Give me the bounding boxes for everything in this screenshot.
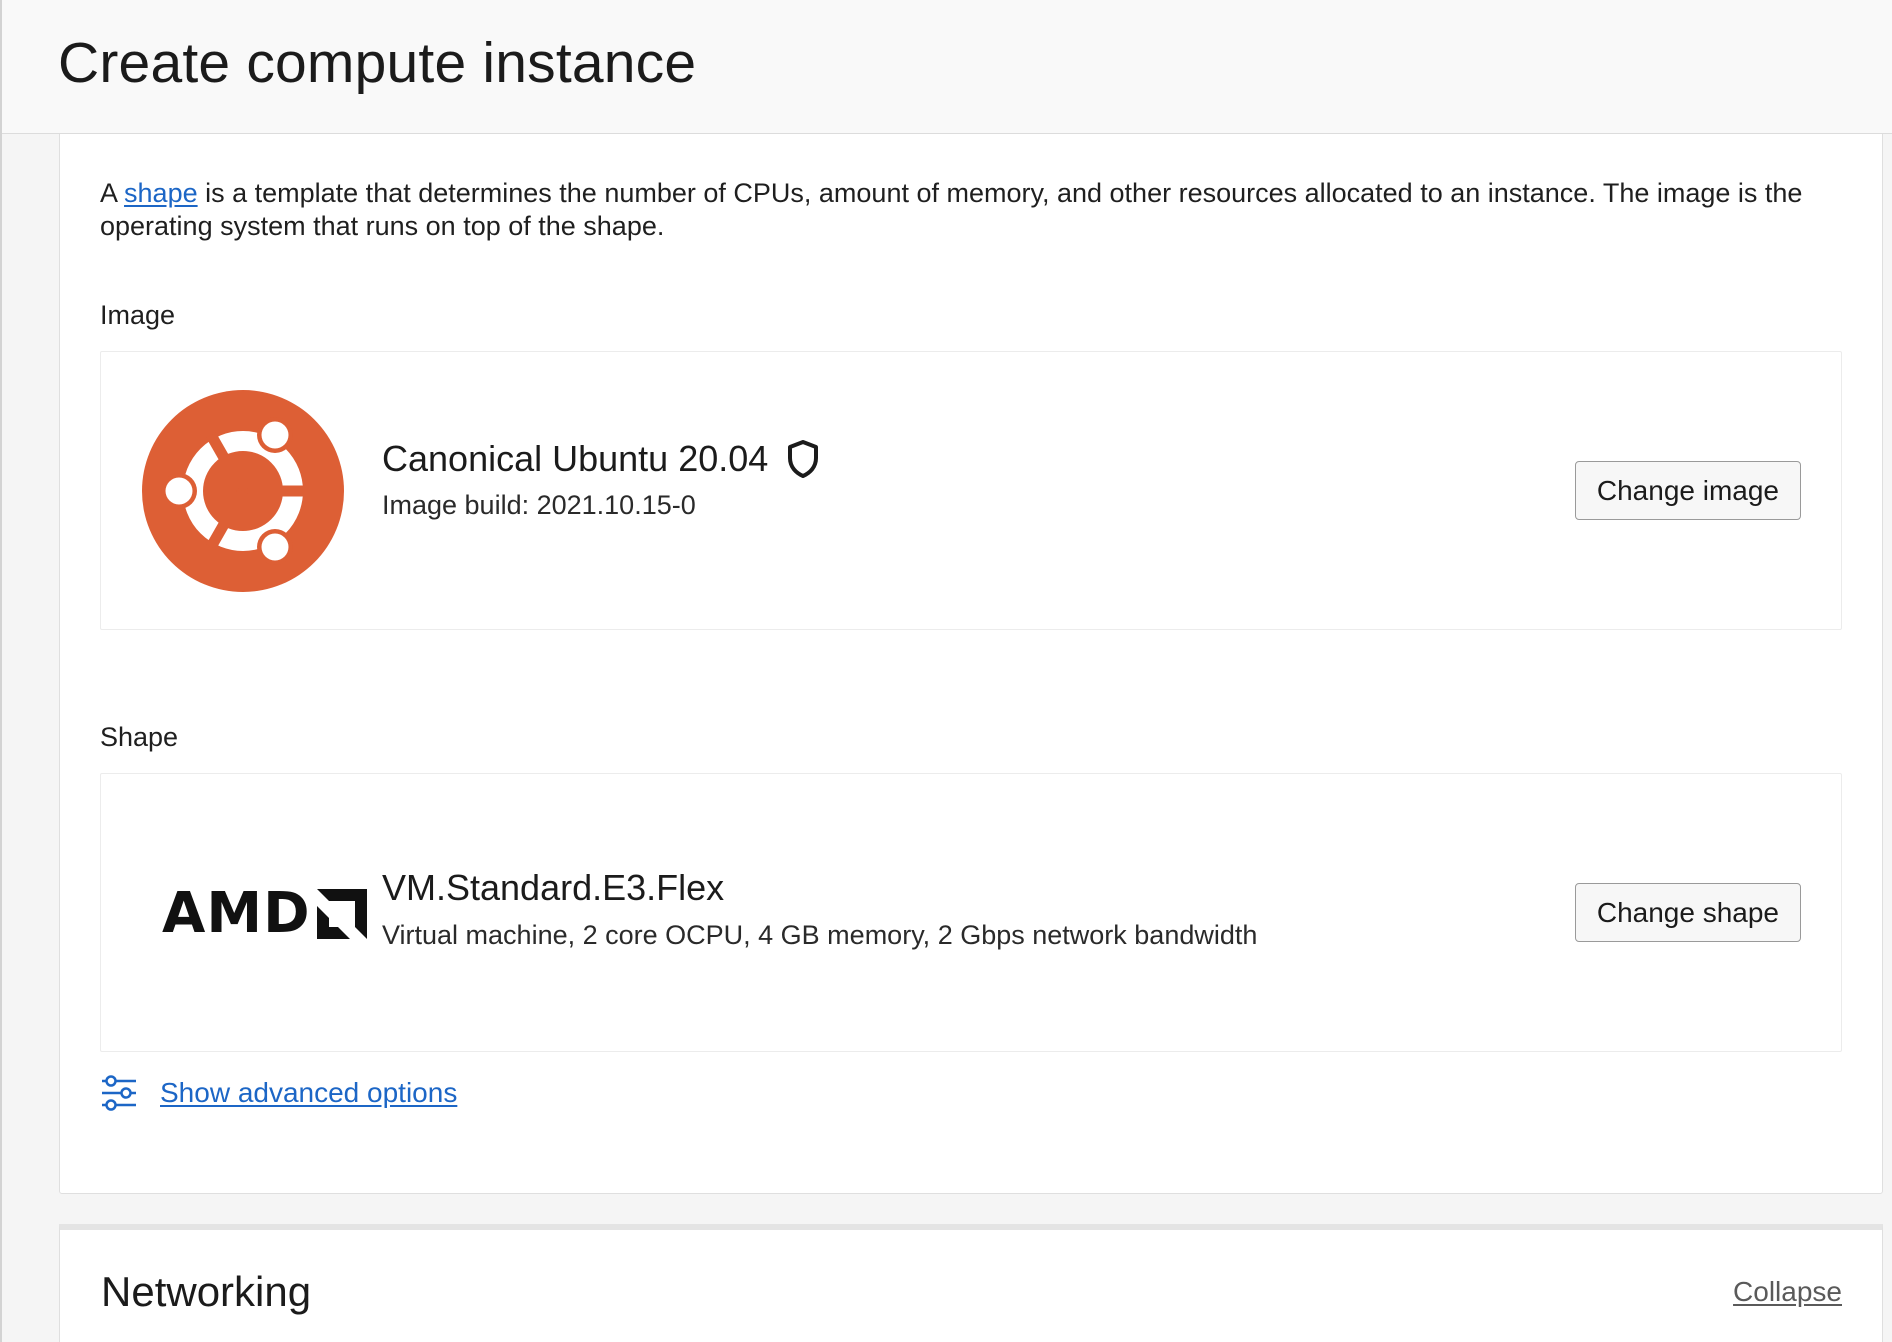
shape-name: VM.Standard.E3.Flex xyxy=(382,867,725,908)
page: Create compute instance A shape is a tem… xyxy=(0,0,1892,1342)
shape-name-row: VM.Standard.E3.Flex xyxy=(382,867,724,909)
image-name: Canonical Ubuntu 20.04 xyxy=(382,438,769,479)
image-name-row: Canonical Ubuntu 20.04 xyxy=(382,438,820,480)
intro-prefix: A xyxy=(100,178,125,208)
change-image-button[interactable]: Change image xyxy=(1574,461,1801,520)
image-tile: Canonical Ubuntu 20.04 Image build: 2021… xyxy=(100,351,1842,630)
left-border xyxy=(0,0,2,1342)
intro-text: A shape is a template that determines th… xyxy=(100,177,1840,243)
shape-description: Virtual machine, 2 core OCPU, 4 GB memor… xyxy=(382,920,1258,950)
amd-logo-text: AMD xyxy=(162,881,311,946)
advanced-options-row[interactable]: Show advanced options xyxy=(100,1074,457,1112)
image-section-label: Image xyxy=(100,300,176,330)
ubuntu-logo xyxy=(142,390,344,592)
amd-logo: AMD xyxy=(162,886,367,942)
change-shape-button[interactable]: Change shape xyxy=(1574,883,1801,942)
shape-link[interactable]: shape xyxy=(124,178,198,208)
page-header: Create compute instance xyxy=(2,0,1892,134)
shield-icon xyxy=(788,440,819,478)
shape-section-label: Shape xyxy=(100,722,179,752)
collapse-networking-link[interactable]: Collapse xyxy=(1733,1276,1842,1308)
networking-card: Networking Collapse xyxy=(59,1224,1883,1342)
sliders-icon xyxy=(102,1075,136,1111)
show-advanced-options-link[interactable]: Show advanced options xyxy=(160,1077,457,1109)
image-build: Image build: 2021.10.15-0 xyxy=(382,490,696,520)
networking-title: Networking xyxy=(101,1268,312,1315)
amd-arrow-icon xyxy=(316,889,367,939)
shape-tile: AMD VM.Standard.E3.Flex Virtual machine,… xyxy=(100,773,1842,1052)
page-title: Create compute instance xyxy=(58,31,697,95)
intro-suffix: is a template that determines the number… xyxy=(100,178,1803,241)
